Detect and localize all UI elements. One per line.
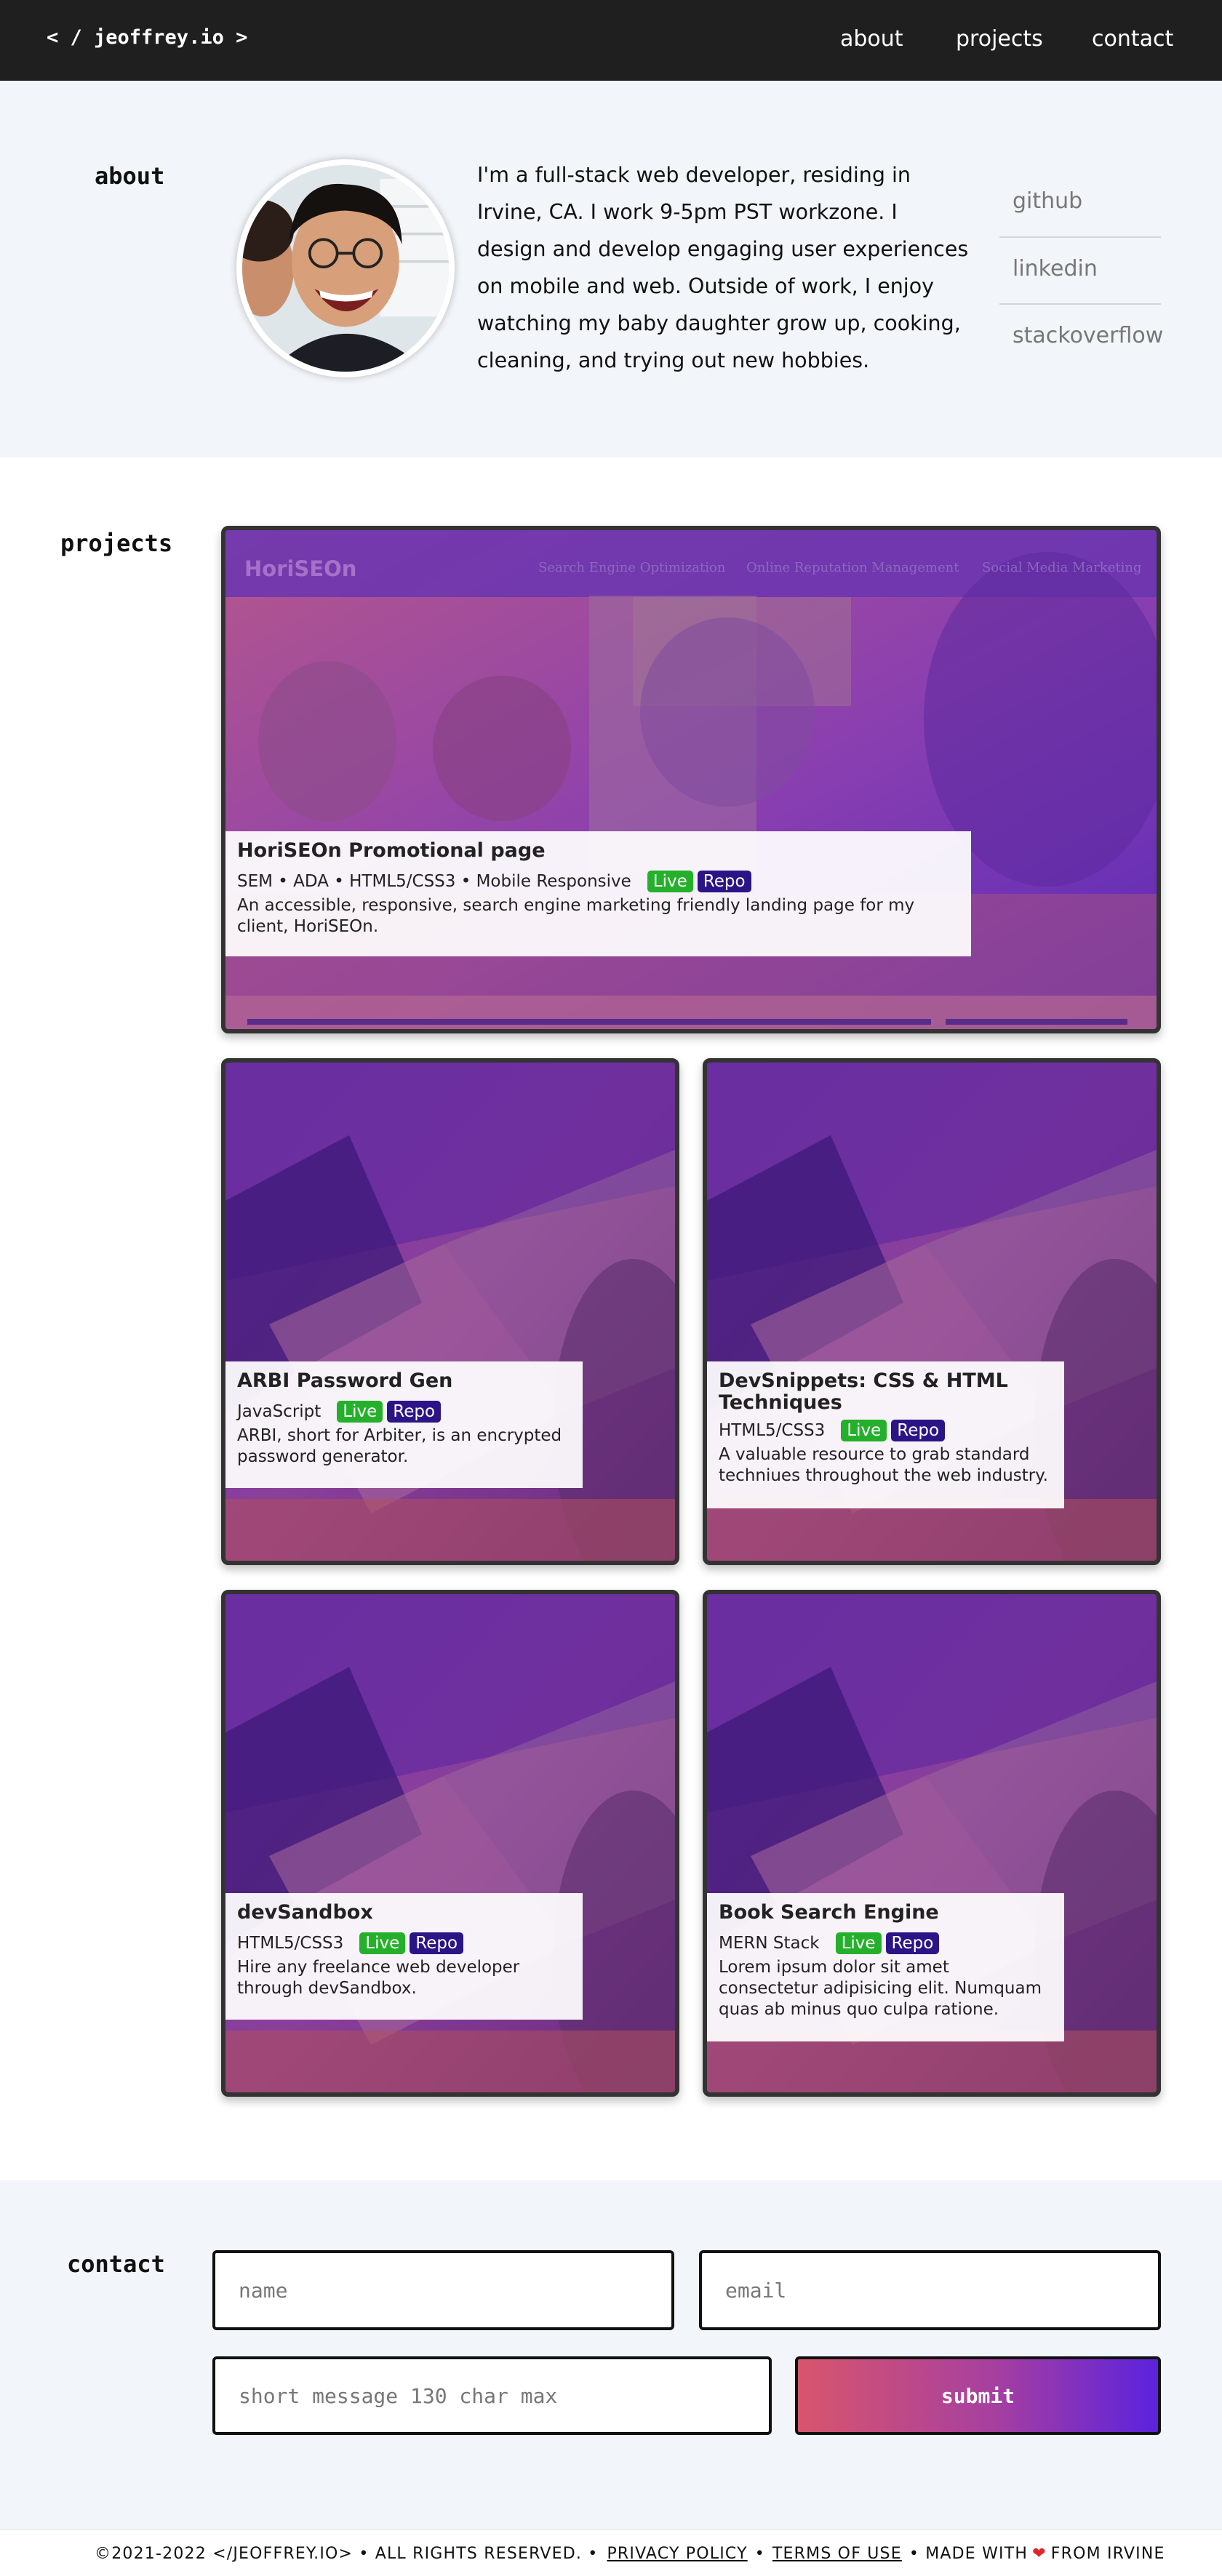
project-description: A valuable resource to grab standard tec…	[719, 1445, 1048, 1485]
privacy-policy-link[interactable]: PRIVACY POLICY	[607, 2545, 747, 2563]
project-info-panel: ARBI Password Gen JavaScript Live Repo A…	[225, 1361, 583, 1488]
email-field[interactable]	[699, 2250, 1161, 2330]
live-button[interactable]: Live	[359, 1932, 406, 1954]
projects-heading: projects	[60, 529, 173, 557]
project-info-panel: devSandbox HTML5/CSS3 Live Repo Hire any…	[225, 1893, 583, 2020]
submit-button[interactable]: submit	[795, 2356, 1161, 2435]
footer-line: ©2021-2022 </JEOFFREY.IO> • ALL RIGHTS R…	[95, 2545, 1165, 2563]
project-card-horiseon[interactable]: HoriSEOn Search Engine Optimization Onli…	[221, 526, 1161, 1033]
contact-heading: contact	[67, 2250, 165, 2278]
repo-button[interactable]: Repo	[387, 1401, 442, 1423]
project-tech: SEM • ADA • HTML5/CSS3 • Mobile Responsi…	[237, 871, 959, 892]
project-tech: MERN Stack Live Repo	[719, 1932, 1053, 1954]
live-button[interactable]: Live	[337, 1401, 383, 1423]
social-link-linkedin[interactable]: linkedin	[999, 237, 1161, 304]
project-tech-list: SEM • ADA • HTML5/CSS3 • Mobile Responsi…	[237, 872, 631, 891]
project-description: Hire any freelance web developer through…	[237, 1958, 520, 1998]
top-nav: < / jeoffrey.io > about projects contact	[0, 0, 1222, 81]
repo-button[interactable]: Repo	[891, 1420, 946, 1441]
project-tech: HTML5/CSS3 Live Repo	[237, 1932, 571, 1954]
project-title: devSandbox	[237, 1901, 373, 1924]
project-card-devsandbox[interactable]: devSandbox HTML5/CSS3 Live Repo Hire any…	[221, 1590, 679, 2097]
project-tech-list: JavaScript	[237, 1402, 322, 1421]
avatar	[236, 159, 455, 377]
message-field[interactable]	[212, 2356, 772, 2435]
project-title: DevSnippets: CSS & HTML Techniques	[719, 1369, 1008, 1414]
project-tech-list: HTML5/CSS3	[719, 1421, 826, 1440]
project-title: Book Search Engine	[719, 1901, 939, 1924]
project-tech: JavaScript Live Repo	[237, 1401, 571, 1423]
project-tech: HTML5/CSS3 Live Repo	[719, 1420, 1053, 1441]
project-title: HoriSEOn Promotional page	[237, 839, 546, 862]
screenshot-nav-item: Social Media Marketing	[982, 560, 1142, 575]
social-link-github[interactable]: github	[999, 169, 1161, 236]
bio-text: I'm a full-stack web developer, residing…	[477, 163, 969, 372]
project-description: ARBI, short for Arbiter, is an encrypted…	[237, 1426, 562, 1466]
live-button[interactable]: Live	[835, 1932, 882, 1954]
footer-copyright: ©2021-2022 </JEOFFREY.IO> • ALL RIGHTS R…	[95, 2545, 599, 2563]
project-card-arbi[interactable]: ARBI Password Gen JavaScript Live Repo A…	[221, 1058, 679, 1565]
social-link-stackoverflow[interactable]: stackoverflow	[999, 304, 1163, 371]
repo-button[interactable]: Repo	[885, 1932, 940, 1954]
live-button[interactable]: Live	[841, 1420, 887, 1441]
live-button[interactable]: Live	[647, 871, 693, 892]
avatar-photo	[242, 165, 449, 372]
terms-of-use-link[interactable]: TERMS OF USE	[772, 2545, 902, 2563]
project-title: ARBI Password Gen	[237, 1369, 453, 1392]
name-field[interactable]	[212, 2250, 674, 2330]
footer-separator: •	[754, 2545, 765, 2563]
project-card-book-search[interactable]: Book Search Engine MERN Stack Live Repo …	[703, 1590, 1161, 2097]
nav-link-projects[interactable]: projects	[956, 26, 1043, 52]
screenshot-nav-item: Online Reputation Management	[746, 560, 959, 575]
heart-icon: ❤	[1032, 2545, 1047, 2563]
project-info-panel: DevSnippets: CSS & HTML Techniques HTML5…	[707, 1361, 1064, 1508]
footer: ©2021-2022 </JEOFFREY.IO> • ALL RIGHTS R…	[0, 2529, 1222, 2576]
project-description: An accessible, responsive, search engine…	[237, 896, 915, 936]
project-card-devsnippets[interactable]: DevSnippets: CSS & HTML Techniques HTML5…	[703, 1058, 1161, 1565]
project-info-panel: Book Search Engine MERN Stack Live Repo …	[707, 1893, 1064, 2041]
repo-button[interactable]: Repo	[410, 1932, 464, 1954]
footer-made-with: • MADE WITH	[908, 2545, 1029, 2563]
nav-link-contact[interactable]: contact	[1092, 26, 1173, 52]
project-tech-list: HTML5/CSS3	[237, 1934, 344, 1953]
screenshot-nav-item: Search Engine Optimization	[538, 560, 726, 575]
footer-from: FROM IRVINE	[1050, 2545, 1165, 2563]
project-description: Lorem ipsum dolor sit amet consectetur a…	[719, 1958, 1042, 2019]
repo-button[interactable]: Repo	[697, 871, 751, 892]
nav-link-about[interactable]: about	[840, 26, 903, 52]
project-info-panel: HoriSEOn Promotional page SEM • ADA • HT…	[225, 831, 971, 956]
about-section: about I'm a full-stack web developer, re…	[0, 81, 1222, 457]
about-heading: about	[95, 162, 165, 190]
contact-section: contact submit	[0, 2180, 1222, 2529]
project-tech-list: MERN Stack	[719, 1934, 820, 1953]
site-logo[interactable]: < / jeoffrey.io >	[47, 26, 247, 49]
screenshot-brand: HoriSEOn	[244, 556, 357, 581]
